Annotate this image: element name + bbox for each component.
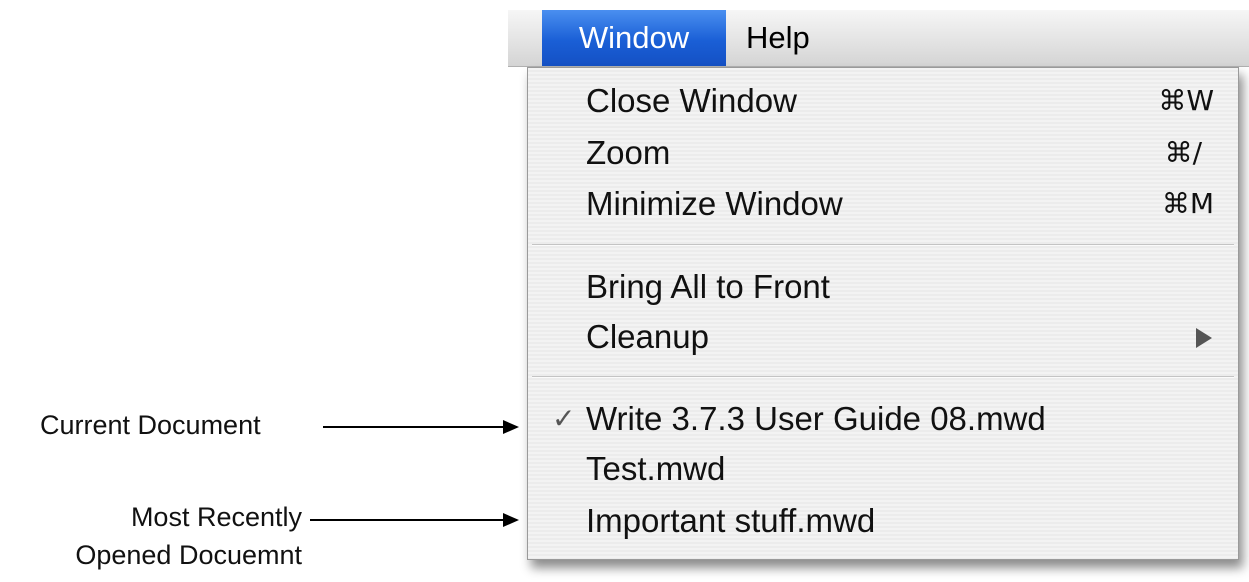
menu-item-label: Zoom <box>586 134 671 171</box>
menu-item-bring-all-to-front[interactable]: Bring All to Front <box>528 262 1238 312</box>
menu-item-label: Close Window <box>586 82 797 119</box>
menu-item-important-stuff-document[interactable]: Important stuff.mwd <box>528 496 1238 546</box>
check-icon: ✓ <box>552 402 576 435</box>
menu-bar: Window Help <box>508 10 1249 67</box>
menu-item-label: Cleanup <box>586 318 709 355</box>
menu-item-close-window[interactable]: Close Window ⌘W <box>528 76 1238 126</box>
arrow-current-document <box>323 420 519 434</box>
menu-separator <box>532 244 1234 246</box>
menu-separator <box>532 376 1234 378</box>
shortcut-label: ⌘/ <box>1164 136 1202 169</box>
menu-item-cleanup[interactable]: Cleanup <box>528 312 1238 362</box>
menu-item-test-document[interactable]: Test.mwd <box>528 444 1238 494</box>
menu-item-label: Test.mwd <box>586 450 726 487</box>
shortcut-label: ⌘M <box>1161 187 1214 220</box>
menu-item-current-document[interactable]: ✓ Write 3.7.3 User Guide 08.mwd <box>528 394 1238 444</box>
annotation-most-recent-line2: Opened Docuemnt <box>75 540 302 570</box>
annotation-most-recent-line1: Most Recently <box>130 502 302 532</box>
triangle-right-icon <box>1196 328 1212 348</box>
menu-item-minimize-window[interactable]: Minimize Window ⌘M <box>528 179 1238 229</box>
menu-item-label: Write 3.7.3 User Guide 08.mwd <box>586 400 1046 437</box>
window-menu-dropdown: Close Window ⌘W Zoom ⌘/ Minimize Window … <box>527 67 1239 560</box>
window-menu-title[interactable]: Window <box>542 10 726 66</box>
arrow-most-recent-document <box>310 513 519 527</box>
menu-item-zoom[interactable]: Zoom ⌘/ <box>528 128 1238 178</box>
help-menu-title[interactable]: Help <box>732 10 824 66</box>
annotation-current-document: Current Document <box>40 410 261 440</box>
menu-item-label: Important stuff.mwd <box>586 502 876 539</box>
menu-item-label: Bring All to Front <box>586 268 830 305</box>
shortcut-label: ⌘W <box>1158 84 1214 117</box>
menu-item-label: Minimize Window <box>586 185 843 222</box>
